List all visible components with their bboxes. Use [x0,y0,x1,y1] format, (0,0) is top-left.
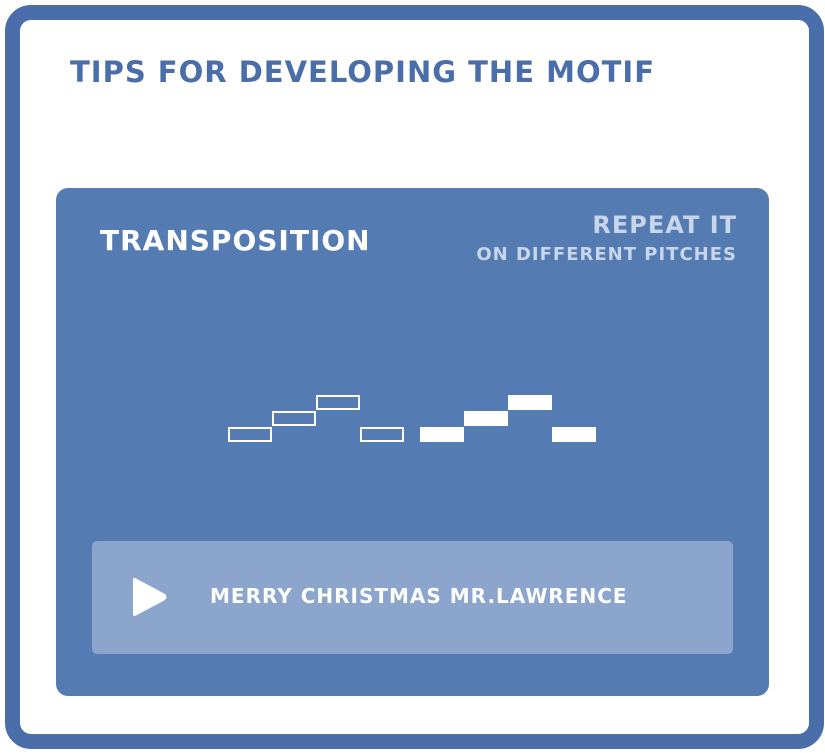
play-icon [133,578,167,616]
card-title: Transposition [100,224,371,257]
transposed-note-3 [508,395,552,410]
transposition-card: Transposition Repeat it on different pit… [56,188,769,696]
audio-player: Merry Christmas Mr.Lawrence [92,541,733,654]
card-note-line2: on different pitches [476,244,737,265]
play-button[interactable] [130,577,170,617]
original-note-2 [272,411,316,426]
page-title: Tips for developing the motif [70,55,655,89]
original-note-3 [316,395,360,410]
card-note: Repeat it on different pitches [476,210,737,270]
original-note-4 [360,427,404,442]
transposed-note-2 [464,411,508,426]
track-title: Merry Christmas Mr.Lawrence [210,584,628,608]
transposed-note-4 [552,427,596,442]
card-note-line1: Repeat it [592,211,737,239]
original-note-1 [228,427,272,442]
transposed-note-1 [420,427,464,442]
